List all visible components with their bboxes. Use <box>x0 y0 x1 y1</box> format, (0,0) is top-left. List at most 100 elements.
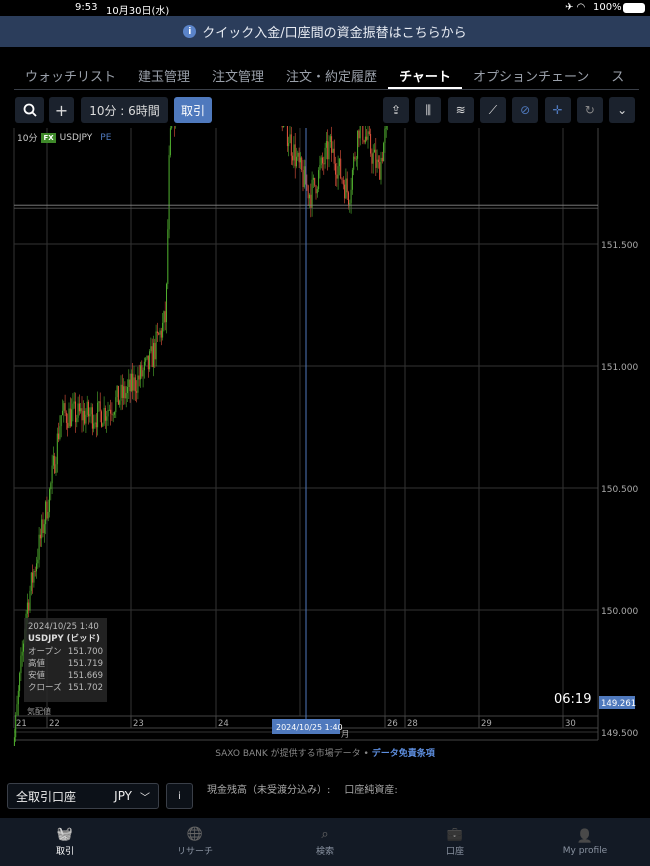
candle-body <box>379 162 381 180</box>
candle-body <box>372 152 374 164</box>
interval-button[interactable]: 10分 : 6時間 <box>81 97 168 123</box>
candle-body <box>60 415 62 427</box>
search-button[interactable] <box>15 97 44 123</box>
candle-body <box>156 331 158 334</box>
candle-body <box>159 330 161 335</box>
candle-body <box>98 401 100 403</box>
candle-body <box>33 571 35 583</box>
tab-1[interactable]: 建玉管理 <box>127 62 201 89</box>
candle-body <box>333 148 335 164</box>
candle-body <box>325 141 327 148</box>
candle-body <box>328 142 330 160</box>
nav-label: 取引 <box>55 847 74 857</box>
candle-body <box>338 158 340 167</box>
candle-body <box>47 511 49 519</box>
candle-body <box>362 126 364 141</box>
candle-body <box>316 189 318 194</box>
candle-body <box>160 330 162 338</box>
candle-body <box>297 152 299 157</box>
nav-search[interactable]: ⌕ 検索 <box>260 818 390 866</box>
candle-body <box>132 373 134 391</box>
candle-body <box>359 126 361 139</box>
candle-body <box>336 174 338 179</box>
candle-body <box>353 156 355 170</box>
candle-body <box>72 403 74 410</box>
chart-symbol: USDJPY <box>59 132 93 143</box>
tab-4[interactable]: チャート <box>388 62 462 89</box>
account-info-button[interactable]: i <box>166 783 193 809</box>
person-icon: 👤 <box>576 828 594 844</box>
nav-person[interactable]: 👤 My profile <box>520 818 650 866</box>
candle-body <box>59 426 61 440</box>
candle-body <box>78 403 80 412</box>
trade-button[interactable]: 取引 <box>174 97 212 123</box>
candle-body <box>164 311 166 323</box>
candle-body <box>363 140 365 143</box>
quick-deposit-banner[interactable]: i クイック入金/口座間の資金振替はこちらから <box>0 16 650 47</box>
nav-basket[interactable]: 🧺 取引 <box>0 818 130 866</box>
net-asset-label: 口座純資産: <box>344 785 398 796</box>
bottom-nav: 🧺 取引 🌐 リサーチ ⌕ 検索 💼 口座 👤 My profile <box>0 818 650 866</box>
candle-body <box>166 283 167 323</box>
refresh-icon: ↻ <box>584 103 595 117</box>
tooltip-datetime: 2024/10/25 1:40 <box>28 622 99 632</box>
candle-body <box>163 311 165 323</box>
candle-body <box>350 189 352 203</box>
draw-line-button[interactable]: ⟋ <box>479 97 506 123</box>
candle-body <box>51 465 53 484</box>
fx-badge: FX <box>41 132 56 143</box>
candle-type-icon: ⫼ <box>425 102 432 117</box>
share-button[interactable]: ⇪ <box>383 97 409 123</box>
candle-body <box>283 126 284 128</box>
hide-button[interactable]: ⊘ <box>512 97 539 123</box>
candle-body <box>38 534 40 560</box>
candle-body <box>301 157 303 171</box>
chevron-down-icon: ﹀ <box>140 792 150 804</box>
tab-6[interactable]: ス <box>600 62 635 89</box>
share-icon: ⇪ <box>390 103 402 117</box>
candle-body <box>146 355 148 359</box>
candle-body <box>49 489 50 512</box>
nav-briefcase[interactable]: 💼 口座 <box>390 818 520 866</box>
candle-body <box>95 422 97 428</box>
account-name: 全取引口座 <box>16 789 77 804</box>
indicator-button[interactable]: ≋ <box>447 97 474 123</box>
candle-body <box>298 152 300 163</box>
add-button[interactable]: + <box>49 97 74 123</box>
candle-body <box>29 590 31 611</box>
nav-label: 口座 <box>445 847 464 857</box>
candle-body <box>322 157 323 164</box>
tooltip-row: オープン 151.700 <box>28 646 103 658</box>
disclaimer-link[interactable]: データ免責条項 <box>372 749 435 759</box>
account-select[interactable]: 全取引口座 JPY ﹀ <box>7 783 159 809</box>
candle-body <box>149 351 151 370</box>
candle-body <box>37 559 39 564</box>
candle-body <box>290 134 292 156</box>
candle-body <box>147 355 149 370</box>
candle-body <box>102 423 104 427</box>
candle-body <box>281 126 283 128</box>
basket-icon: 🧺 <box>56 827 74 842</box>
status-bar: 9:53 10月30日(水) ✈ ◠ 100% <box>0 0 650 17</box>
nav-globe-star[interactable]: 🌐 リサーチ <box>130 818 260 866</box>
chart-header: 10分 FX USDJPY PE <box>17 131 111 144</box>
crosshair-button[interactable]: ✛ <box>544 97 571 123</box>
candle-body <box>32 572 34 583</box>
tab-5[interactable]: オプションチェーン <box>462 62 600 89</box>
cursor-price-label: 149.261 <box>601 699 636 709</box>
refresh-button[interactable]: ↻ <box>576 97 603 123</box>
candle-body <box>354 156 356 159</box>
chevron-down-button[interactable]: ⌄ <box>609 97 636 123</box>
candle-body <box>383 143 385 162</box>
candle-body <box>52 455 54 466</box>
tab-2[interactable]: 注文管理 <box>201 62 275 89</box>
candle-body <box>125 393 127 399</box>
candle-type-button[interactable]: ⫼ <box>415 97 442 123</box>
tooltip-value: 151.700 <box>67 647 103 657</box>
tooltip-key: クローズ <box>28 683 62 693</box>
candle-body <box>128 379 130 388</box>
tab-3[interactable]: 注文・約定履歴 <box>275 62 388 89</box>
candle-body <box>42 519 44 534</box>
candle-body <box>117 385 119 405</box>
tab-0[interactable]: ウォッチリスト <box>14 62 127 89</box>
